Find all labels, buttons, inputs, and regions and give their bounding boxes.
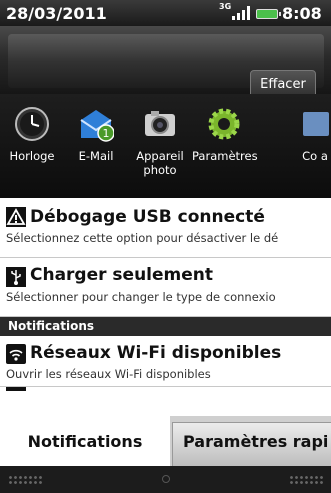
notification-subtitle: Sélectionnez cette option pour désactive… [6,231,279,245]
grip-left-icon [8,475,42,485]
signal-strength-icon [232,6,252,20]
shortcut-clock[interactable]: Horloge [0,94,64,198]
notification-subtitle: Ouvrir les réseaux Wi-Fi disponibles [6,367,211,381]
shortcut-settings[interactable]: Paramètres [192,94,258,198]
shortcut-label: E-Mail [78,149,114,163]
shortcut-bar: Horloge 1 E-Mail Appareil photo Paramètr… [0,94,331,198]
clock-icon [15,107,49,141]
partial-app-icon [303,112,329,136]
notification-title: Réseaux Wi-Fi disponibles [30,343,282,363]
charge-only-notification[interactable]: Charger seulement Sélectionner pour chan… [0,258,331,317]
email-icon: 1 [80,110,114,142]
warning-icon [6,207,26,227]
status-date: 28/03/2011 [6,4,107,23]
shortcut-email[interactable]: 1 E-Mail [64,94,128,198]
shortcut-label: Paramètres [192,149,258,163]
wifi-icon [6,344,26,364]
shortcut-label: Co a [302,149,328,163]
notification-title: Débogage USB connecté [30,207,265,227]
next-notification-partial[interactable] [0,387,331,416]
tab-notifications[interactable]: Notifications [0,416,170,466]
usb-debugging-notification[interactable]: Débogage USB connecté Sélectionnez cette… [0,198,331,258]
notification-list: Débogage USB connecté Sélectionnez cette… [0,198,331,416]
handle-dot-icon [162,475,170,483]
battery-icon [256,9,281,19]
notifications-section-header: Notifications [0,317,331,336]
notification-title: Charger seulement [30,265,214,285]
notification-subtitle: Sélectionner pour changer le type de con… [6,290,276,304]
network-3g-icon: 3G [219,2,232,11]
shortcut-label: Appareil photo [136,149,184,177]
shortcut-camera[interactable]: Appareil photo [128,94,192,198]
panel-tabs: Notifications Paramètres rapi [0,416,331,466]
shortcut-label: Horloge [9,149,55,163]
shortcut-partial[interactable]: Co a [283,94,331,198]
status-time: 8:08 [282,4,322,23]
tab-quick-settings[interactable]: Paramètres rapi [172,422,331,466]
status-bar: 28/03/2011 3G 8:08 [0,0,331,26]
drag-handle-bar[interactable] [0,466,331,493]
settings-gear-icon [208,108,240,140]
camera-icon [145,111,175,136]
usb-icon [6,267,26,287]
grip-right-icon [289,475,323,485]
wifi-networks-notification[interactable]: Réseaux Wi-Fi disponibles Ouvrir les rés… [0,336,331,387]
notification-header: Effacer [0,26,331,100]
email-badge: 1 [103,127,110,140]
